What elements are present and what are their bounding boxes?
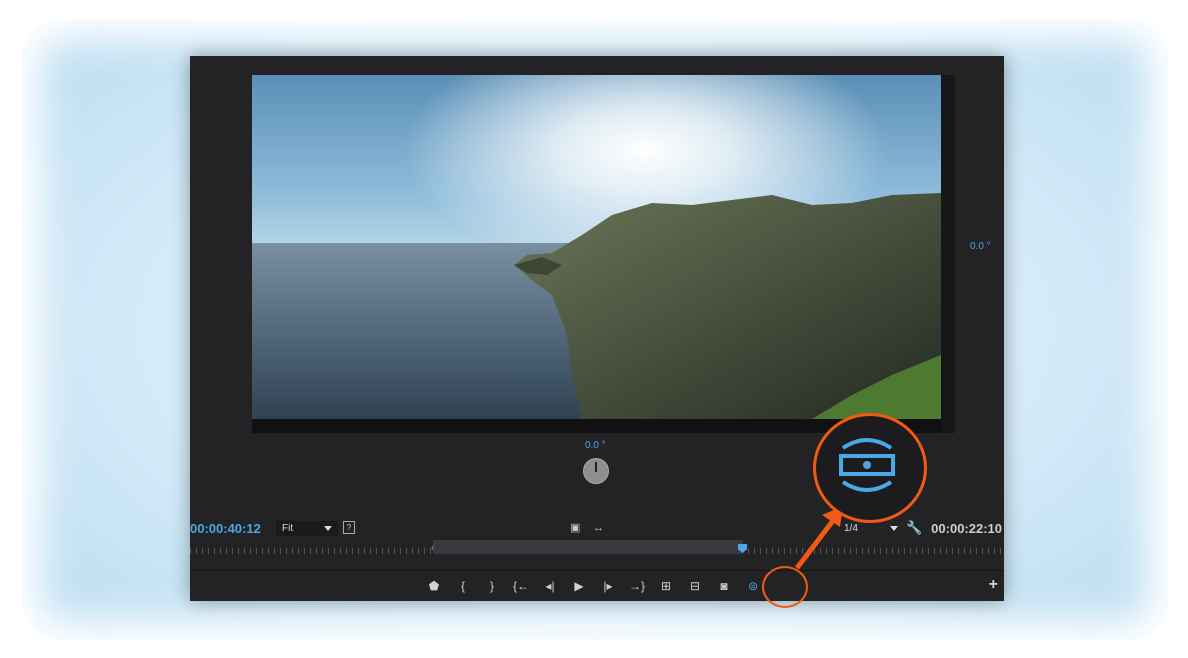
vr-video-toggle-icon-zoomed bbox=[839, 438, 895, 492]
callout-arrow bbox=[795, 506, 843, 570]
